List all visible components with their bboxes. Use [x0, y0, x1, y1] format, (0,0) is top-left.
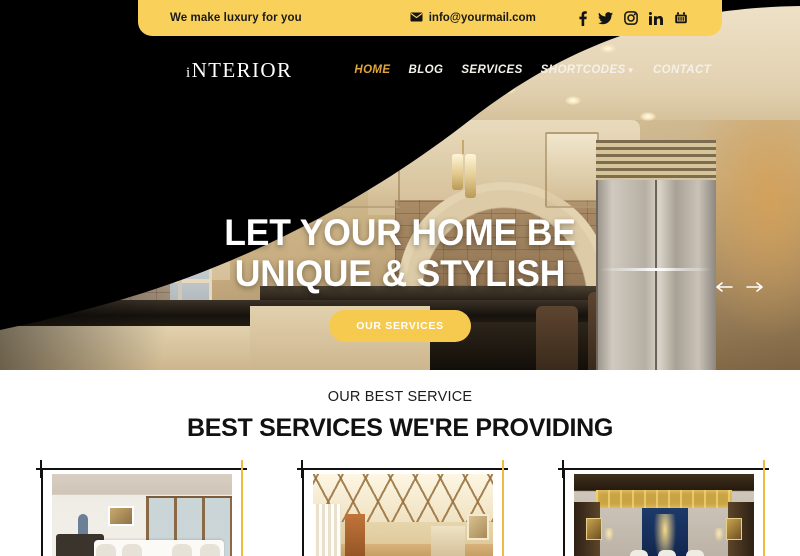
- landing-page: LET YOUR HOME BE UNIQUE & STYLISH OUR SE…: [0, 0, 800, 556]
- service-card-royal-interior[interactable]: [554, 456, 769, 556]
- card-accent-rule: [240, 460, 243, 556]
- facebook-icon[interactable]: [579, 10, 587, 26]
- linkedin-icon[interactable]: [649, 11, 663, 25]
- twitter-icon[interactable]: [598, 11, 613, 25]
- section-title: BEST SERVICES WE'RE PROVIDING: [186, 414, 614, 442]
- hero-heading: LET YOUR HOME BE UNIQUE & STYLISH: [16, 212, 784, 294]
- service-cards: [0, 456, 800, 556]
- service-image: [312, 474, 493, 556]
- envelope-icon: [410, 9, 423, 27]
- service-image: [573, 474, 754, 556]
- nav-item-home[interactable]: HOME: [354, 64, 390, 76]
- slider-controls: [716, 280, 764, 298]
- logo-text: NTERIOR: [191, 57, 293, 82]
- card-top-rule: [296, 468, 508, 470]
- best-services-section: OUR BEST SERVICE BEST SERVICES WE'RE PRO…: [0, 370, 800, 556]
- section-eyebrow: OUR BEST SERVICE: [327, 389, 473, 405]
- hero-heading-line-2: UNIQUE & STYLISH: [234, 253, 566, 294]
- social-links: [579, 10, 688, 26]
- nav-item-shortcodes[interactable]: SHORTCODES▼: [541, 64, 635, 76]
- top-utility-bar: We make luxury for you info@yourmail.com: [138, 0, 722, 36]
- slider-next-arrow-icon[interactable]: [746, 280, 764, 298]
- tagline: We make luxury for you: [170, 12, 302, 24]
- card-left-rule: [562, 468, 565, 556]
- service-card-modern-dining[interactable]: [32, 456, 247, 556]
- hero-copy: LET YOUR HOME BE UNIQUE & STYLISH OUR SE…: [0, 212, 800, 342]
- card-top-rule: [557, 468, 769, 470]
- main-navigation: iNTERIOR HOME BLOG SERVICES SHORTCODES▼ …: [0, 48, 800, 92]
- nav-item-services[interactable]: SERVICES: [461, 64, 522, 76]
- card-accent-rule: [762, 460, 765, 556]
- card-left-rule: [40, 468, 43, 556]
- nav-menu: HOME BLOG SERVICES SHORTCODES▼ CONTACT: [354, 64, 711, 76]
- email-address: info@yourmail.com: [428, 12, 536, 24]
- card-left-rule: [301, 468, 304, 556]
- chevron-down-icon: ▼: [626, 66, 635, 75]
- slider-prev-arrow-icon[interactable]: [716, 280, 734, 298]
- our-services-button[interactable]: OUR SERVICES: [329, 310, 471, 342]
- service-card-classic-hall[interactable]: [293, 456, 508, 556]
- email-contact[interactable]: info@yourmail.com: [410, 9, 536, 27]
- service-image: [51, 474, 232, 556]
- instagram-icon[interactable]: [624, 11, 638, 25]
- youtube-icon[interactable]: [674, 11, 688, 25]
- hero-heading-line-1: LET YOUR HOME BE: [224, 212, 576, 253]
- card-accent-rule: [501, 460, 504, 556]
- nav-item-contact[interactable]: CONTACT: [653, 64, 711, 76]
- nav-item-blog[interactable]: BLOG: [408, 64, 443, 76]
- site-logo[interactable]: iNTERIOR: [186, 58, 292, 83]
- card-top-rule: [35, 468, 247, 470]
